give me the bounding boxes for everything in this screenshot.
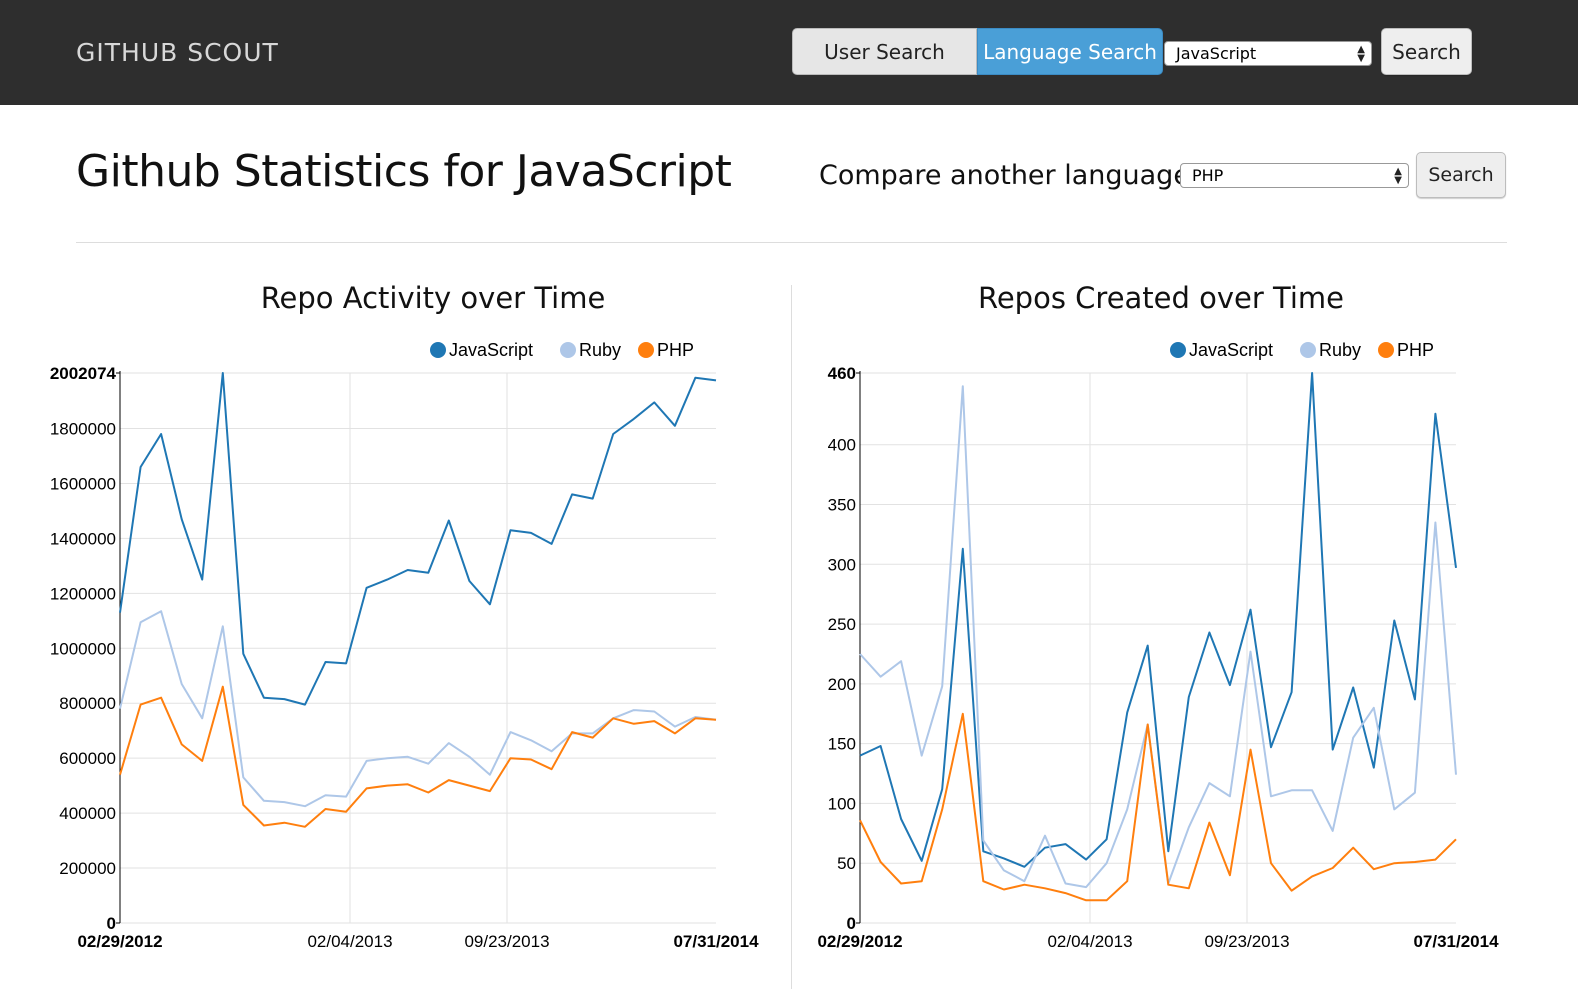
y-tick-label: 100 — [828, 794, 856, 813]
legend-dot-ruby — [1300, 342, 1316, 358]
y-tick-label: 150 — [828, 735, 856, 754]
legend-label-ruby: Ruby — [1319, 340, 1361, 360]
legend-label-javascript: JavaScript — [1189, 340, 1273, 360]
y-tick-label: 350 — [828, 496, 856, 515]
y-tick-label: 300 — [828, 555, 856, 574]
y-tick-label: 200 — [828, 675, 856, 694]
legend-label-php: PHP — [1397, 340, 1434, 360]
series-line-javascript — [859, 372, 1457, 868]
y-tick-label: 0 — [847, 914, 856, 933]
repos-created-chart: 0 50 100 150 200 250 300 350 400 460 02/29/2012 02/… — [817, 340, 1499, 951]
y-tick-label: 250 — [828, 615, 856, 634]
x-tick-label: 09/23/2013 — [1204, 932, 1289, 951]
legend-dot-javascript — [1170, 342, 1186, 358]
y-tick-label: 400 — [828, 436, 856, 455]
x-tick-label: 07/31/2014 — [1413, 932, 1499, 951]
y-tick-label: 460 — [828, 364, 856, 383]
legend-dot-php — [1378, 342, 1394, 358]
y-tick-label: 50 — [837, 854, 856, 873]
x-tick-label: 02/29/2012 — [817, 932, 902, 951]
x-tick-label: 02/04/2013 — [1047, 932, 1132, 951]
